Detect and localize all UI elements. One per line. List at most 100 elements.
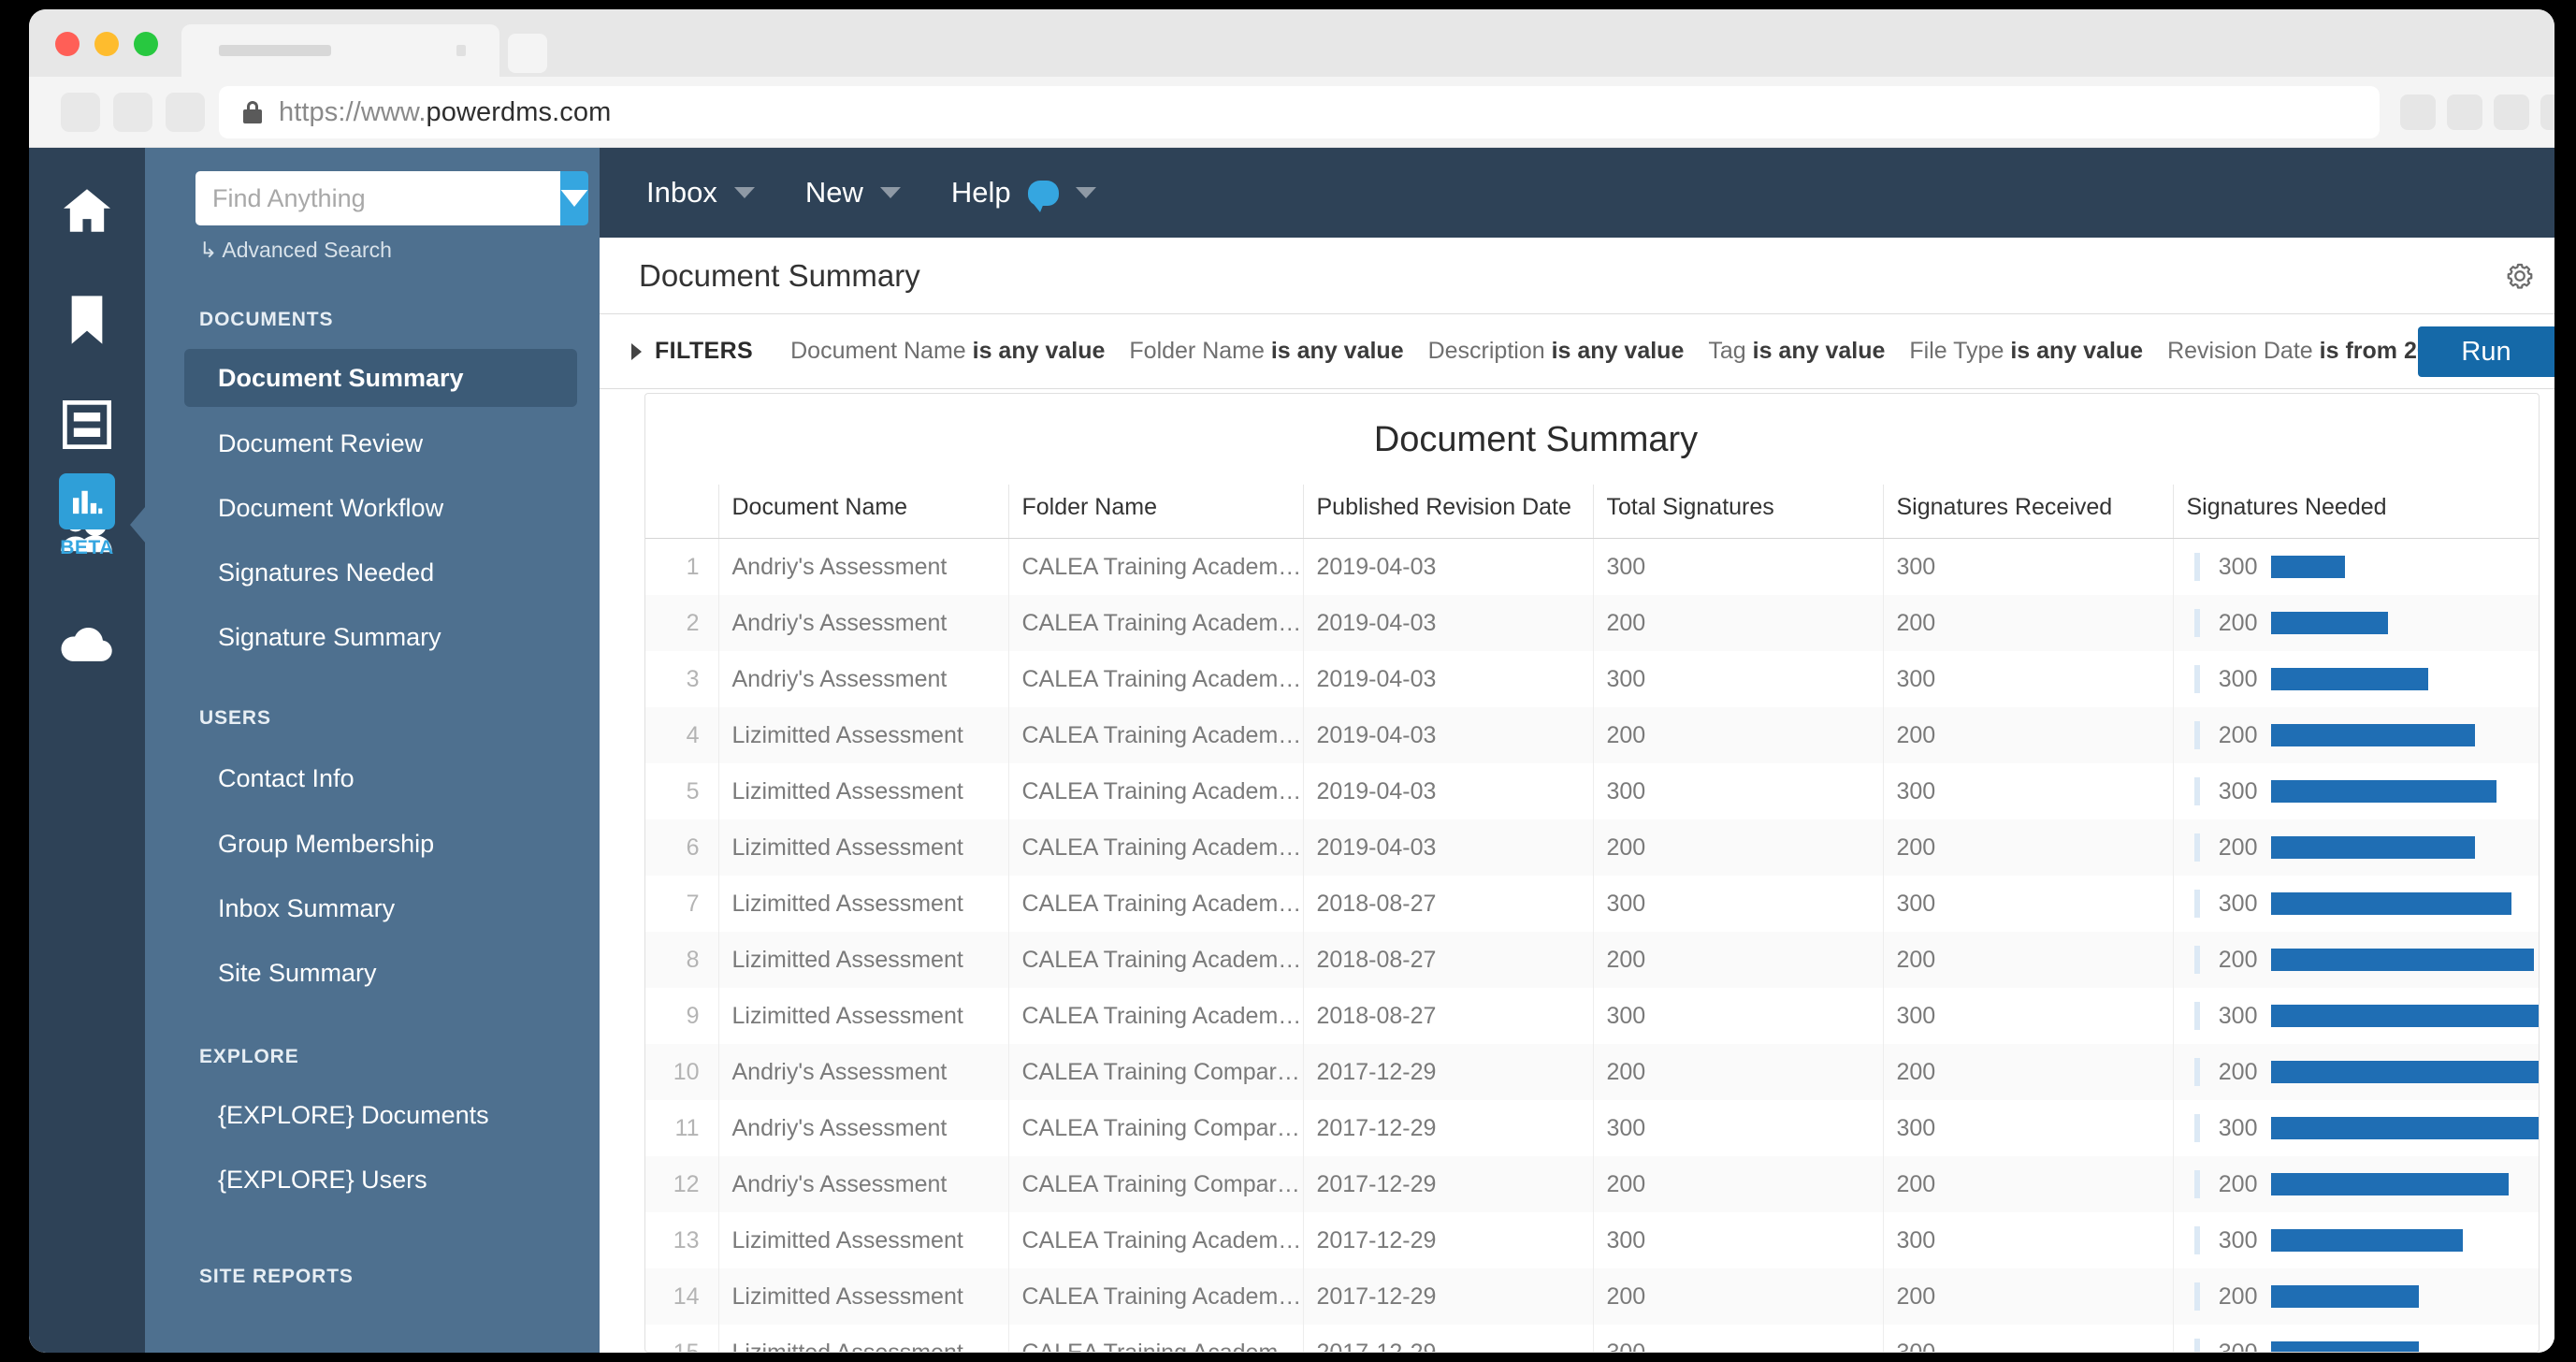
window-maximize-button[interactable]	[134, 32, 158, 56]
table-row[interactable]: 4 Lizimitted Assessment CALEA Training Aca…	[645, 707, 2539, 763]
cell-folder-name: CALEA Training Academy Sta…	[1007, 932, 1303, 988]
table-row[interactable]: 14 Lizimitted Assessment CALEA Training Ac…	[645, 1268, 2539, 1325]
browser-tab[interactable]	[181, 24, 499, 77]
cell-signatures-received: 300	[1882, 876, 2173, 932]
sidebar-item-label: Document Summary	[218, 363, 464, 392]
search-input[interactable]	[195, 171, 560, 225]
nav-help[interactable]: Help	[950, 176, 1096, 212]
cell-document-name: Lizimitted Assessment	[717, 876, 1008, 932]
extension-button-2[interactable]	[2447, 94, 2482, 130]
icon-rail: BETA	[29, 148, 151, 1353]
gear-icon[interactable]	[2506, 262, 2534, 295]
cell-folder-name: CALEA Training Academy Sta…	[1007, 1212, 1303, 1268]
extension-button-1[interactable]	[2400, 94, 2436, 130]
signatures-needed-bar	[2270, 1229, 2463, 1252]
sidebar-item-inbox-summary[interactable]: Inbox Summary	[184, 879, 577, 937]
cell-document-name: Lizimitted Assessment	[717, 1325, 1008, 1352]
bar-axis-tick	[2193, 1058, 2200, 1086]
table-row[interactable]: 1 Andriy's Assessment CALEA Training Acade…	[645, 538, 2539, 595]
rail-item-documents[interactable]	[29, 400, 145, 449]
sidebar-item-contact-info[interactable]: Contact Info	[184, 749, 577, 807]
sidebar-item-document-summary[interactable]: Document Summary	[184, 349, 577, 407]
window-minimize-button[interactable]	[94, 32, 119, 56]
filter-chip-description[interactable]: Description is any value	[1428, 338, 1685, 365]
extension-button-4[interactable]	[2540, 94, 2554, 130]
reload-icon[interactable]	[166, 93, 205, 132]
column-header-published-revision-date[interactable]: Published Revision Date	[1302, 485, 1593, 539]
sidebar-item-document-workflow[interactable]: Document Workflow	[184, 479, 577, 537]
cell-signatures-received: 300	[1882, 988, 2173, 1044]
cell-total-signatures: 300	[1592, 1212, 1883, 1268]
cell-folder-name: CALEA Training Academy Sta…	[1007, 988, 1303, 1044]
search-dropdown-button[interactable]	[560, 171, 588, 225]
back-icon[interactable]	[61, 93, 100, 132]
filters-toggle[interactable]: FILTERS	[631, 338, 753, 365]
table-row[interactable]: 13 Lizimitted Assessment CALEA Training Ac…	[645, 1212, 2539, 1268]
chevron-down-icon	[1075, 187, 1096, 198]
filter-field: Description	[1427, 338, 1545, 364]
bar-axis-tick	[2193, 553, 2200, 581]
table-row[interactable]: 11 Andriy's Assessment CALEA Training Comp…	[645, 1100, 2539, 1156]
table-row[interactable]: 5 Lizimitted Assessment CALEA Training Aca…	[645, 763, 2539, 819]
new-tab-button[interactable]	[508, 34, 547, 73]
bar-axis-tick	[2193, 609, 2200, 637]
table-row[interactable]: 9 Lizimitted Assessment CALEA Training Aca…	[645, 988, 2539, 1044]
table-row[interactable]: 10 Andriy's Assessment CALEA Training Comp…	[645, 1044, 2539, 1100]
bar-axis-tick	[2193, 665, 2200, 693]
column-header-document-name[interactable]: Document Name	[717, 485, 1008, 539]
cell-published-revision-date: 2018-08-27	[1302, 988, 1593, 1044]
window-close-button[interactable]	[55, 32, 80, 56]
cell-signatures-received: 200	[1882, 932, 2173, 988]
cell-signatures-needed: 300	[2172, 538, 2539, 595]
filter-chip-tag[interactable]: Tag is any value	[1708, 338, 1885, 365]
advanced-search-link[interactable]: ↳ Advanced Search	[199, 238, 392, 263]
page-header: Document Summary	[600, 238, 2554, 314]
column-header-index[interactable]	[645, 485, 718, 539]
filter-chip-document-name[interactable]: Document Name is any value	[790, 338, 1105, 365]
rail-item-reports[interactable]: BETA	[29, 473, 145, 559]
browser-titlebar	[29, 9, 2554, 77]
filter-chip-file-type[interactable]: File Type is any value	[1909, 338, 2143, 365]
column-header-signatures-needed[interactable]: Signatures Needed	[2172, 485, 2539, 539]
cell-total-signatures: 200	[1592, 595, 1883, 651]
run-button[interactable]: Run	[2418, 326, 2554, 377]
nav-label: Help	[950, 176, 1011, 209]
table-row[interactable]: 12 Andriy's Assessment CALEA Training Comp…	[645, 1156, 2539, 1212]
sidebar-item-group-membership[interactable]: Group Membership	[184, 815, 577, 873]
signatures-needed-bar	[2270, 1005, 2539, 1027]
table-row[interactable]: 2 Andriy's Assessment CALEA Training Acade…	[645, 595, 2539, 651]
column-header-total-signatures[interactable]: Total Signatures	[1592, 485, 1883, 539]
table-row[interactable]: 6 Lizimitted Assessment CALEA Training Aca…	[645, 819, 2539, 876]
column-header-folder-name[interactable]: Folder Name	[1007, 485, 1303, 539]
column-header-signatures-received[interactable]: Signatures Received	[1882, 485, 2173, 539]
table-row[interactable]: 7 Lizimitted Assessment CALEA Training Aca…	[645, 876, 2539, 932]
cell-total-signatures: 300	[1592, 1325, 1883, 1352]
table-row[interactable]: 3 Andriy's Assessment CALEA Training Acade…	[645, 651, 2539, 707]
forward-icon[interactable]	[113, 93, 152, 132]
tab-close-icon[interactable]	[456, 45, 466, 56]
nav-new[interactable]: New	[805, 176, 901, 210]
signatures-needed-bar	[2270, 612, 2388, 634]
rail-item-home[interactable]	[29, 187, 145, 234]
cell-folder-name: CALEA Training Comparative …	[1007, 1100, 1303, 1156]
address-bar[interactable]: https://www.powerdms.com	[219, 86, 2380, 138]
sidebar-item-document-review[interactable]: Document Review	[184, 414, 577, 472]
rail-item-bookmarks[interactable]	[29, 296, 145, 344]
signatures-needed-bar	[2270, 1061, 2539, 1083]
table-row[interactable]: 8 Lizimitted Assessment CALEA Training Aca…	[645, 932, 2539, 988]
cell-signatures-received: 300	[1882, 1212, 2173, 1268]
rail-item-upload[interactable]	[29, 625, 145, 664]
extension-button-3[interactable]	[2494, 94, 2529, 130]
cell-document-name: Andriy's Assessment	[717, 595, 1008, 651]
sidebar-item-signatures-needed[interactable]: Signatures Needed	[184, 543, 577, 601]
sidebar-item-signature-summary[interactable]: Signature Summary	[184, 608, 577, 666]
sidebar-item-explore-documents[interactable]: {EXPLORE} Documents	[184, 1086, 577, 1144]
sidebar-item-site-summary[interactable]: Site Summary	[184, 944, 577, 1002]
table-row[interactable]: 15 Lizimitted Assessment CALEA Training Ac…	[645, 1325, 2539, 1352]
sidebar-item-explore-users[interactable]: {EXPLORE} Users	[184, 1151, 577, 1209]
cell-index: 12	[673, 1170, 700, 1197]
signatures-needed-bar	[2270, 1173, 2509, 1195]
cell-published-revision-date: 2019-04-03	[1302, 819, 1593, 876]
filter-chip-folder-name[interactable]: Folder Name is any value	[1129, 338, 1403, 365]
nav-inbox[interactable]: Inbox	[646, 176, 755, 210]
